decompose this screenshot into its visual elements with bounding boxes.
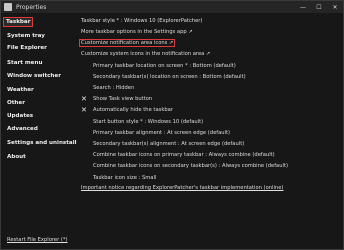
important-notice-link[interactable]: Important notice regarding ExplorerPatch… — [81, 185, 283, 191]
customize-system-icons-link[interactable]: Customize system icons in the notificati… — [81, 51, 210, 57]
show-task-view-label: Show Task view button — [93, 96, 153, 102]
checked-icon: ✕ — [81, 95, 87, 103]
auto-hide-taskbar-label: Automatically hide the taskbar — [93, 107, 173, 113]
show-task-view-checkbox[interactable]: ✕ Show Task view button — [81, 95, 153, 103]
sidebar-item-system-tray[interactable]: System tray — [7, 33, 45, 39]
sidebar-item-about[interactable]: About — [7, 154, 26, 160]
sidebar-item-advanced[interactable]: Advanced — [7, 126, 38, 132]
restart-explorer-link[interactable]: Restart File Explorer (*) — [7, 237, 68, 243]
secondary-taskbar-alignment-option[interactable]: Secondary taskbar(s) alignment : At scre… — [93, 141, 244, 147]
taskbar-style-option[interactable]: Taskbar style * : Windows 10 (ExplorerPa… — [81, 18, 202, 24]
primary-taskbar-location-option[interactable]: Primary taskbar location on screen * : B… — [93, 63, 236, 69]
taskbar-icon-size-option[interactable]: Taskbar icon size : Small — [93, 175, 156, 181]
sidebar-item-weather[interactable]: Weather — [7, 87, 34, 93]
sidebar-item-settings-uninstall[interactable]: Settings and uninstall — [7, 140, 77, 146]
primary-taskbar-alignment-option[interactable]: Primary taskbar alignment : At screen ed… — [93, 130, 230, 136]
auto-hide-taskbar-checkbox[interactable]: ✕ Automatically hide the taskbar — [81, 106, 173, 114]
combine-secondary-icons-option[interactable]: Combine taskbar icons on secondary taskb… — [93, 163, 288, 169]
settings-panel: Taskbar style * : Windows 10 (ExplorerPa… — [78, 13, 337, 249]
combine-primary-icons-option[interactable]: Combine taskbar icons on primary taskbar… — [93, 152, 275, 158]
sidebar-item-taskbar[interactable]: Taskbar — [2, 17, 34, 27]
window-title: Properties — [16, 3, 47, 11]
more-taskbar-options-link[interactable]: More taskbar options in the Settings app… — [81, 29, 193, 35]
close-button[interactable]: ✕ — [327, 1, 343, 13]
sidebar-item-window-switcher[interactable]: Window switcher — [7, 73, 61, 79]
sidebar: Taskbar System tray File Explorer Start … — [1, 13, 77, 249]
search-option[interactable]: Search : Hidden — [93, 85, 134, 91]
start-button-style-option[interactable]: Start button style * : Windows 10 (defau… — [93, 119, 203, 125]
sidebar-item-other[interactable]: Other — [7, 100, 25, 106]
customize-notification-icons-link[interactable]: Customize notification area icons ↗ — [78, 39, 176, 47]
checked-icon: ✕ — [81, 106, 87, 114]
app-icon — [4, 3, 12, 11]
title-bar: Properties — ☐ ✕ — [1, 1, 343, 13]
maximize-button[interactable]: ☐ — [311, 1, 327, 13]
sidebar-item-start-menu[interactable]: Start menu — [7, 60, 42, 66]
window-controls: — ☐ ✕ — [295, 1, 343, 13]
sidebar-item-file-explorer[interactable]: File Explorer — [7, 45, 47, 51]
sidebar-item-updates[interactable]: Updates — [7, 113, 33, 119]
properties-window: Properties — ☐ ✕ Taskbar System tray Fil… — [0, 0, 344, 250]
minimize-button[interactable]: — — [295, 1, 311, 13]
secondary-taskbar-location-option[interactable]: Secondary taskbar(s) location on screen … — [93, 74, 246, 80]
